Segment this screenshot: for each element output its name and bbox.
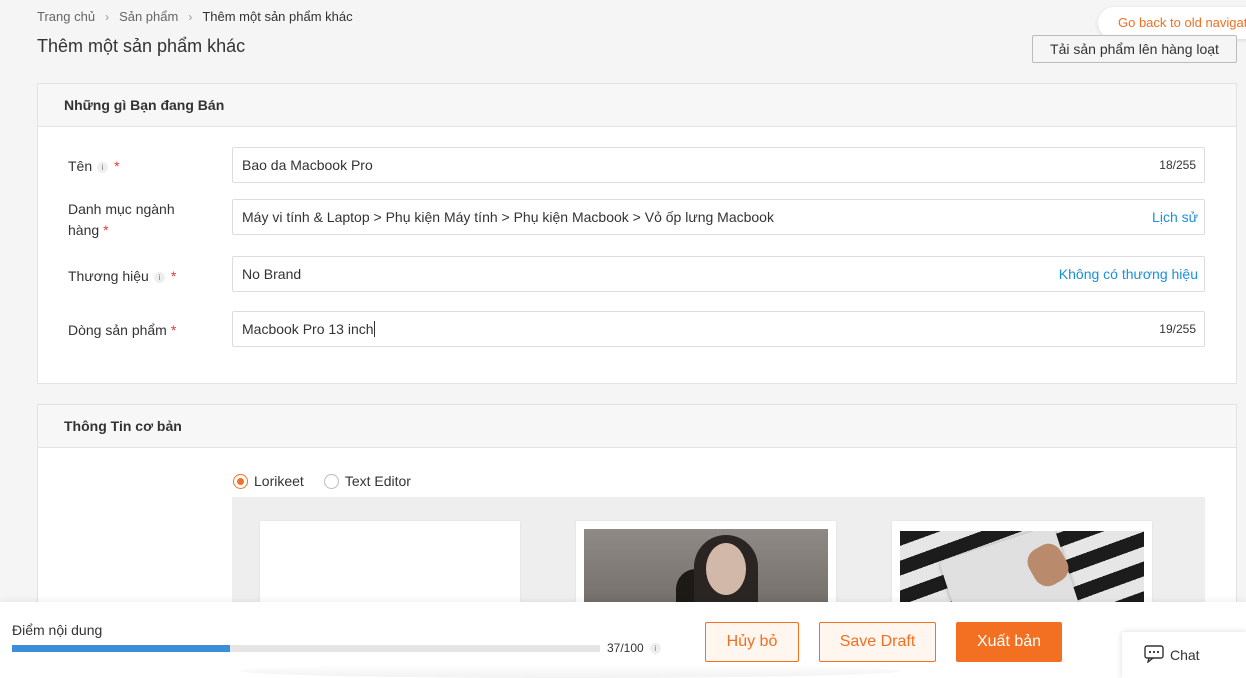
model-input[interactable]: Macbook Pro 13 inch 19/255 (232, 311, 1205, 347)
breadcrumb-current: Thêm một sản phẩm khác (202, 9, 353, 24)
brand-input[interactable]: No Brand Không có thương hiệu (232, 256, 1205, 292)
breadcrumb-home[interactable]: Trang chủ (37, 9, 95, 24)
content-score-progress-fill (12, 645, 230, 652)
page-title: Thêm một sản phẩm khác (37, 36, 246, 56)
editor-option-lorikeet[interactable]: Lorikeet (233, 473, 304, 489)
info-icon[interactable]: i (97, 162, 109, 173)
category-label: Danh mục ngành hàng * (68, 201, 175, 238)
required-marker: * (114, 158, 120, 174)
brand-label: Thương hiệu i * (68, 268, 177, 284)
chat-label: Chat (1170, 647, 1200, 663)
lorikeet-template-area (232, 497, 1205, 613)
content-score-label: Điểm nội dung (12, 622, 103, 638)
category-input-value: Máy vi tính & Laptop > Phụ kiện Máy tính… (242, 209, 774, 225)
editor-option-text-editor[interactable]: Text Editor (323, 473, 411, 489)
chat-button[interactable]: Chat (1122, 632, 1246, 678)
text-caret (373, 321, 375, 337)
breadcrumb-products[interactable]: Sản phẩm (119, 9, 178, 24)
name-input[interactable]: Bao da Macbook Pro 18/255 (232, 147, 1205, 183)
template-tile-photo[interactable] (892, 521, 1152, 613)
what-you-sell-section: Những gì Bạn đang Bán Tên i * Bao da Macbo… (37, 83, 1237, 384)
chevron-right-icon: › (188, 9, 193, 24)
category-label-row: Danh mục ngành hàng * (68, 199, 175, 241)
category-input[interactable]: Máy vi tính & Laptop > Phụ kiện Máy tính… (232, 199, 1205, 235)
radio-checked-icon[interactable] (233, 473, 248, 489)
model-input-value: Macbook Pro 13 inch (242, 321, 374, 337)
editor-choice: Lorikeet Text Editor (233, 473, 431, 489)
brand-label-row: Thương hiệu i * (68, 266, 176, 287)
chevron-right-icon: › (105, 9, 110, 24)
section-title: Những gì Bạn đang Bán (38, 84, 1236, 127)
content-score-text: 37/100 i (607, 641, 661, 655)
template-tile-blank[interactable] (260, 521, 520, 613)
category-history-link[interactable]: Lịch sử (1152, 200, 1198, 234)
brand-input-value: No Brand (242, 266, 302, 282)
info-icon[interactable]: i (153, 272, 165, 283)
name-input-value: Bao da Macbook Pro (242, 157, 373, 173)
model-counter: 19/255 (1159, 322, 1196, 336)
required-marker: * (170, 322, 177, 338)
no-brand-link[interactable]: Không có thương hiệu (1059, 257, 1198, 291)
required-marker: * (170, 268, 177, 284)
template-tile-photo[interactable] (576, 521, 836, 613)
chat-icon (1144, 644, 1164, 666)
bulk-upload-button[interactable]: Tải sản phẩm lên hàng loạt (1032, 35, 1237, 63)
model-label: Dòng sản phẩm * (68, 322, 177, 338)
name-label-row: Tên i * (68, 156, 120, 177)
content-score-progress (12, 645, 600, 652)
required-marker: * (103, 222, 109, 238)
info-icon[interactable]: i (649, 643, 661, 654)
radio-unchecked-icon[interactable] (323, 473, 339, 489)
cancel-button[interactable]: Hủy bỏ (705, 622, 799, 662)
breadcrumb: Trang chủ › Sản phẩm › Thêm một sản phẩm… (37, 9, 353, 24)
basic-info-section: Thông Tin cơ bản Lorikeet Text Editor (37, 404, 1237, 614)
model-label-row: Dòng sản phẩm * (68, 320, 176, 341)
section-title: Thông Tin cơ bản (38, 405, 1236, 448)
name-counter: 18/255 (1159, 158, 1196, 172)
name-label: Tên i * (68, 158, 120, 174)
save-draft-button[interactable]: Save Draft (819, 622, 936, 662)
footer-action-bar: Điểm nội dung 37/100 i Hủy bỏ Save Draft … (0, 602, 1246, 678)
publish-button[interactable]: Xuất bản (956, 622, 1062, 662)
